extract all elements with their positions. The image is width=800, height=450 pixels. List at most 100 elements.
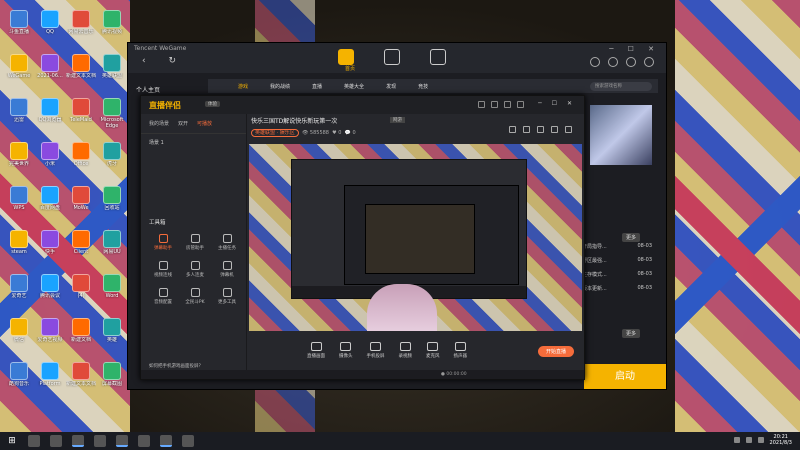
source-button[interactable]: 麦克风	[426, 341, 440, 359]
record-icon[interactable]	[537, 126, 544, 133]
desktop-icon[interactable]: 百度网盘	[35, 186, 65, 217]
desktop-icon[interactable]: WPS	[4, 186, 34, 217]
tool-item[interactable]: 房管助手	[179, 234, 211, 251]
tool-item[interactable]: 视频连线	[147, 261, 179, 278]
more-button-2[interactable]: 更多	[621, 329, 640, 338]
scene-tab-0[interactable]: 我的场景	[149, 120, 169, 127]
tab-1[interactable]: 我的战绩	[270, 83, 290, 90]
search-icon[interactable]	[28, 435, 40, 447]
task-view-icon[interactable]	[50, 435, 62, 447]
source-button[interactable]: 手机投屏	[367, 341, 385, 359]
desktop-icon[interactable]: QQ浏览器	[35, 98, 65, 129]
folder-icon[interactable]	[94, 435, 106, 447]
desktop-icon[interactable]: (4)	[66, 274, 96, 305]
stream-preview[interactable]	[249, 144, 582, 331]
tool-item[interactable]: 主播任务	[211, 234, 243, 251]
volume-icon[interactable]	[745, 437, 752, 443]
live-titlebar[interactable]: 直播伴侣 体验 ─ ☐ ✕	[141, 96, 584, 114]
tool-item[interactable]: 全民斗PK	[179, 288, 211, 305]
news-item[interactable]: 开局指导... 08-03	[582, 243, 652, 250]
share-icon[interactable]	[565, 126, 572, 133]
news-item[interactable]: 版本更新... 08-03	[582, 285, 652, 292]
desktop-icon[interactable]: 2021-06...	[35, 54, 65, 85]
back-refresh-icons[interactable]: ‹ ↻	[142, 56, 186, 66]
scene-tab-2[interactable]: 可播放	[197, 120, 212, 127]
desktop-icon[interactable]: TeleMaid	[66, 98, 96, 129]
tool-item[interactable]: 更多工具	[211, 288, 243, 305]
desktop-icon[interactable]: 新建文本文档	[66, 362, 96, 393]
start-live-button[interactable]: 开始直播	[537, 346, 574, 357]
start-game-button[interactable]: 启动	[584, 364, 666, 389]
browser-icon[interactable]	[72, 435, 84, 447]
scene-item[interactable]: 场景 1	[141, 134, 246, 151]
friends-icon[interactable]	[608, 57, 618, 67]
desktop-icon[interactable]: QQ	[35, 10, 65, 41]
account-icon[interactable]	[590, 57, 600, 67]
stream-title[interactable]: 快乐三国TD解说快乐新玩第一次	[251, 116, 337, 125]
bell-icon[interactable]	[551, 126, 558, 133]
home-icon[interactable]	[338, 49, 354, 65]
live-window-controls[interactable]: ─ ☐ ✕	[538, 100, 576, 107]
news-item[interactable]: 野区最强... 08-03	[582, 257, 652, 264]
wegame-titlebar[interactable]: Tencent WeGame ‹ ↻ 首页 ─ ☐ ✕	[128, 43, 666, 73]
skin-icon[interactable]	[478, 101, 485, 108]
desktop-icon[interactable]: MoWe	[66, 186, 96, 217]
source-button[interactable]: 扬声器	[454, 341, 467, 359]
live-window[interactable]: 直播伴侣 体验 ─ ☐ ✕ 我的场景 双开 可播放 场景 1 工具箱 弹幕助手 房管助…	[140, 95, 585, 380]
video-icon[interactable]	[430, 49, 446, 65]
wegame-taskbar-icon[interactable]	[116, 435, 128, 447]
clock[interactable]: 20:21 2021/8/3	[770, 434, 792, 446]
tab-4[interactable]: 发现	[386, 83, 396, 90]
game-icon[interactable]	[138, 435, 150, 447]
desktop-icon[interactable]: 英雄	[97, 318, 127, 349]
desktop-icon[interactable]: 网易UU	[97, 230, 127, 261]
layout-icon[interactable]	[523, 126, 530, 133]
desktop-icon[interactable]: 迅雷	[4, 98, 34, 129]
help-link[interactable]: 如何把手机游戏画面投屏？	[149, 363, 203, 369]
message-icon[interactable]	[491, 101, 498, 108]
desktop-icon[interactable]: Platform	[35, 362, 65, 393]
desktop-icon[interactable]: 爱奇艺视频	[35, 318, 65, 349]
source-button[interactable]: 录视频	[399, 341, 412, 359]
qq-icon[interactable]	[182, 435, 194, 447]
desktop-icon[interactable]: 屏幕截图	[97, 362, 127, 393]
tool-item[interactable]: 音频配置	[147, 288, 179, 305]
desktop-icon[interactable]: Office	[66, 142, 96, 173]
tab-2[interactable]: 直播	[312, 83, 322, 90]
category-pill[interactable]: 英雄联盟 · 娱乐区	[251, 129, 299, 137]
desktop-icon[interactable]: steam	[4, 230, 34, 261]
desktop-icon[interactable]: 腾讯会议	[35, 274, 65, 305]
desktop-icon[interactable]: 斗鱼直播	[4, 10, 34, 41]
desktop-icon[interactable]: 网易云音乐	[66, 10, 96, 41]
settings-icon[interactable]	[644, 57, 654, 67]
input-method-icon[interactable]	[757, 437, 764, 443]
desktop-icon[interactable]: 回收站	[97, 186, 127, 217]
search-input[interactable]: 搜索游戏名称	[590, 82, 652, 91]
desktop-icon[interactable]: 完美世界	[4, 142, 34, 173]
user-section-label[interactable]: 个人主页	[136, 85, 160, 94]
source-button[interactable]: 直播画面	[307, 341, 325, 359]
message-icon[interactable]	[626, 57, 636, 67]
settings-icon[interactable]	[504, 101, 511, 108]
desktop-icon[interactable]: 微信	[4, 318, 34, 349]
network-icon[interactable]	[733, 437, 740, 443]
desktop-icon[interactable]: 爱奇艺	[4, 274, 34, 305]
tab-5[interactable]: 竞技	[418, 83, 428, 90]
windows-start-icon[interactable]: ⊞	[0, 436, 24, 446]
desktop-icon[interactable]: WeGame	[4, 54, 34, 85]
source-button[interactable]: 摄像头	[339, 341, 353, 359]
tab-3[interactable]: 英雄大全	[344, 83, 364, 90]
desktop-icon[interactable]: 酷狗音乐	[4, 362, 34, 393]
desktop-icon[interactable]: 新建文档	[66, 318, 96, 349]
live-taskbar-icon[interactable]	[160, 435, 172, 447]
desktop-icon[interactable]: 新建文本文档	[66, 54, 96, 85]
desktop-icon[interactable]: 小米	[35, 142, 65, 173]
grid-icon[interactable]	[509, 126, 516, 133]
window-controls[interactable]: ─ ☐ ✕	[609, 45, 660, 53]
desktop-icon[interactable]: 快手	[35, 230, 65, 261]
more-button[interactable]: 更多	[621, 233, 640, 242]
download-icon[interactable]	[384, 49, 400, 65]
news-item[interactable]: 生存模式... 08-03	[582, 271, 652, 278]
tool-item[interactable]: 多人连麦	[179, 261, 211, 278]
desktop-icon[interactable]: Word	[97, 274, 127, 305]
